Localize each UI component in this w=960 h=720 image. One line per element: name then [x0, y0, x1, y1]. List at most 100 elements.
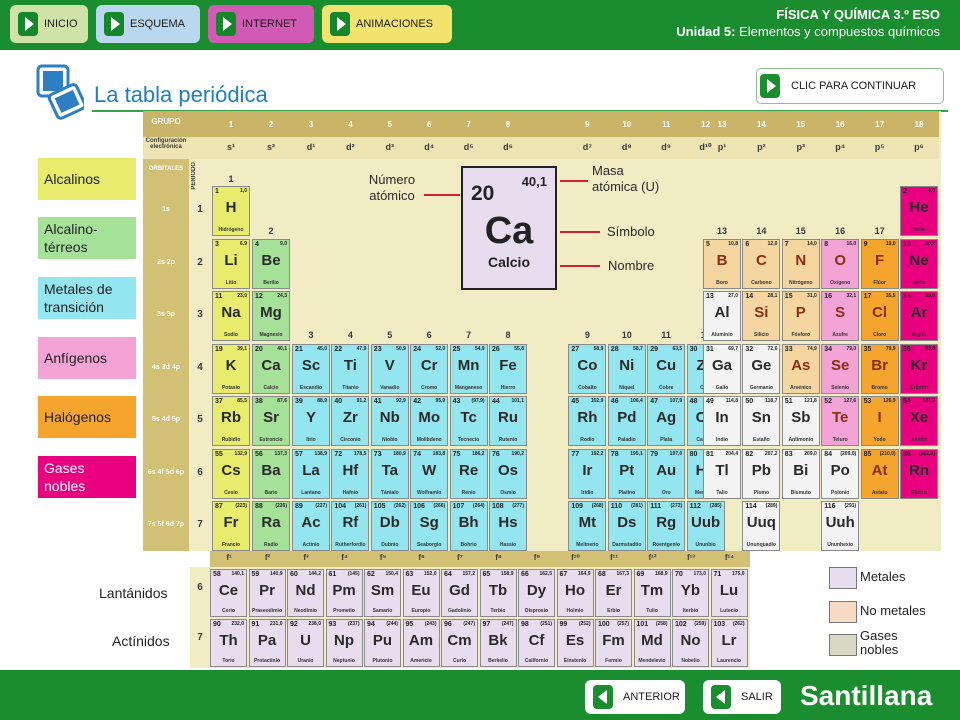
element-fm[interactable]: 100 (257) Fm Fermio	[595, 619, 632, 667]
element-he[interactable]: 2 4,0 He Helio	[900, 186, 938, 236]
element-pa[interactable]: 91 231,0 Pa Protactinio	[248, 619, 286, 667]
element-mo[interactable]: 42 95,9 Mo Molibdeno	[410, 396, 449, 446]
element-as[interactable]: 33 74,9 As Arsénico	[781, 343, 820, 394]
element-rn[interactable]: 86 (222,0) Rn Radón	[900, 448, 938, 499]
anterior-button[interactable]: ANTERIOR	[585, 680, 685, 714]
element-s[interactable]: 16 32,1 S Azufre	[821, 291, 860, 341]
legend-alcalinoterreos[interactable]: Alcalino- térreos	[38, 217, 136, 259]
element-cu[interactable]: 29 63,5 Cu Cobre	[647, 343, 686, 394]
element-ca[interactable]: 20 40,1 Ca Calcio	[252, 343, 290, 394]
element-b[interactable]: 5 10,8 B Boro	[703, 238, 741, 289]
element-pm[interactable]: 61 (145) Pm Prometio	[325, 569, 363, 617]
element-ac[interactable]: 89 (227) Ac Actinio	[292, 501, 330, 551]
element-ni[interactable]: 28 58,7 Ni Níquel	[607, 343, 646, 394]
element-sc[interactable]: 21 45,0 Sc Escandio	[292, 343, 330, 394]
element-db[interactable]: 105 (262) Db Dubnio	[370, 501, 409, 551]
element-pt[interactable]: 78 195,1 Pt Platino	[607, 448, 646, 499]
element-ce[interactable]: 58 140,1 Ce Cerio	[210, 569, 247, 617]
element-os[interactable]: 76 190,2 Os Osmio	[489, 448, 527, 499]
element-pr[interactable]: 59 140,9 Pr Praseodimio	[248, 569, 286, 617]
element-k[interactable]: 19 39,1 K Potasio	[212, 343, 250, 394]
element-c[interactable]: 6 12,0 C Carbono	[742, 238, 781, 289]
element-cl[interactable]: 17 35,5 Cl Cloro	[860, 291, 899, 341]
element-f[interactable]: 9 19,0 F Flúor	[860, 238, 899, 289]
element-pb[interactable]: 82 207,2 Pb Plomo	[742, 448, 781, 499]
element-v[interactable]: 23 50,9 V Vanadio	[370, 343, 409, 394]
nav-internet-button[interactable]: INTERNET	[208, 5, 314, 43]
element-hs[interactable]: 108 (277) Hs Hassio	[489, 501, 527, 551]
element-ne[interactable]: 10 20,2 Ne Neón	[900, 238, 938, 289]
element-sg[interactable]: 106 (266) Sg Seaborgio	[410, 501, 449, 551]
element-fe[interactable]: 26 55,8 Fe Hierro	[489, 343, 527, 394]
element-cr[interactable]: 24 52,0 Cr Cromo	[410, 343, 449, 394]
continue-button[interactable]: CLIC PARA CONTINUAR	[756, 68, 944, 104]
element-la[interactable]: 57 138,9 La Lantano	[292, 448, 330, 499]
element-p[interactable]: 15 31,0 P Fósforo	[781, 291, 820, 341]
element-pd[interactable]: 46 106,4 Pd Paladio	[607, 396, 646, 446]
element-u[interactable]: 92 238,0 U Uranio	[287, 619, 324, 667]
element-mg[interactable]: 12 24,3 Mg Magnesio	[252, 291, 290, 341]
element-lu[interactable]: 71 175,0 Lu Lutecio	[710, 569, 748, 617]
element-li[interactable]: 3 6,9 Li Litio	[212, 238, 250, 289]
element-mn[interactable]: 25 54,9 Mn Manganeso	[449, 343, 488, 394]
element-lr[interactable]: 103 (262) Lr Laurencio	[710, 619, 748, 667]
element-be[interactable]: 4 9,0 Be Berilio	[252, 238, 290, 289]
element-br[interactable]: 35 79,9 Br Bromo	[860, 343, 899, 394]
element-al[interactable]: 13 27,0 Al Aluminio	[703, 291, 741, 341]
nav-animaciones-button[interactable]: ANIMACIONES	[322, 5, 452, 43]
element-po[interactable]: 84 (209,0) Po Polonio	[821, 448, 860, 499]
element-bh[interactable]: 107 (264) Bh Bohrio	[449, 501, 488, 551]
element-pu[interactable]: 94 (244) Pu Plutonio	[364, 619, 401, 667]
element-sr[interactable]: 38 87,6 Sr Estroncio	[252, 396, 290, 446]
element-eu[interactable]: 63 152,0 Eu Europio	[402, 569, 440, 617]
element-kr[interactable]: 36 83,8 Kr Criptón	[900, 343, 938, 394]
element-cf[interactable]: 98 (251) Cf Californio	[518, 619, 555, 667]
nav-inicio-button[interactable]: INICIO	[10, 5, 88, 43]
element-ar[interactable]: 18 39,9 Ar Argón	[900, 291, 938, 341]
nav-esquema-button[interactable]: ESQUEMA	[96, 5, 200, 43]
element-re[interactable]: 75 186,2 Re Renio	[449, 448, 488, 499]
element-na[interactable]: 11 23,0 Na Sodio	[212, 291, 250, 341]
element-w[interactable]: 74 183,8 W Wolframio	[410, 448, 449, 499]
element-hf[interactable]: 72 178,5 Hf Hafnio	[331, 448, 370, 499]
element-ra[interactable]: 88 (226) Ra Radio	[252, 501, 290, 551]
element-ag[interactable]: 47 107,9 Ag Plata	[647, 396, 686, 446]
element-xe[interactable]: 54 131,3 Xe Xenón	[900, 396, 938, 446]
element-dy[interactable]: 66 162,5 Dy Disprosio	[518, 569, 555, 617]
element-cs[interactable]: 55 132,9 Cs Cesio	[212, 448, 250, 499]
element-rf[interactable]: 104 (261) Rf Rutherfordio	[331, 501, 370, 551]
element-tb[interactable]: 65 158,9 Tb Terbio	[479, 569, 517, 617]
element-uub[interactable]: 112 (285) Uub Ununbio	[686, 501, 725, 551]
element-ru[interactable]: 44 101,1 Ru Rutenio	[489, 396, 527, 446]
element-at[interactable]: 85 (210,0) At Astato	[860, 448, 899, 499]
legend-metales-transicion[interactable]: Metales de transición	[38, 277, 136, 319]
element-am[interactable]: 95 (243) Am Americio	[402, 619, 440, 667]
element-n[interactable]: 7 14,0 N Nitrógeno	[781, 238, 820, 289]
legend-anfigenos[interactable]: Anfígenos	[38, 337, 136, 379]
element-th[interactable]: 90 232,0 Th Torio	[210, 619, 247, 667]
element-sb[interactable]: 51 121,8 Sb Antimonio	[781, 396, 820, 446]
element-y[interactable]: 39 88,9 Y Itrio	[292, 396, 330, 446]
element-fr[interactable]: 87 (223) Fr Francio	[212, 501, 250, 551]
element-uuq[interactable]: 114 (289) Uuq Ununquadio	[742, 501, 781, 551]
element-i[interactable]: 53 126,9 I Yodo	[860, 396, 899, 446]
element-nb[interactable]: 41 92,9 Nb Niobio	[370, 396, 409, 446]
element-tm[interactable]: 69 168,9 Tm Tulio	[633, 569, 671, 617]
element-in[interactable]: 49 114,8 In Indio	[703, 396, 741, 446]
element-ta[interactable]: 73 180,9 Ta Tántalo	[370, 448, 409, 499]
element-te[interactable]: 52 127,6 Te Teluro	[821, 396, 860, 446]
legend-halogenos[interactable]: Halógenos	[38, 396, 136, 438]
element-au[interactable]: 79 197,0 Au Oro	[647, 448, 686, 499]
element-rg[interactable]: 111 (272) Rg Roentgenio	[647, 501, 686, 551]
element-md[interactable]: 101 (258) Md Mendelevio	[633, 619, 671, 667]
element-ga[interactable]: 31 69,7 Ga Galio	[703, 343, 741, 394]
element-cm[interactable]: 96 (247) Cm Curio	[441, 619, 478, 667]
element-no[interactable]: 102 (259) No Nobelio	[672, 619, 709, 667]
element-ir[interactable]: 77 192,2 Ir Iridio	[568, 448, 607, 499]
element-mt[interactable]: 109 (268) Mt Meitnerio	[568, 501, 607, 551]
element-np[interactable]: 93 (237) Np Neptunio	[325, 619, 363, 667]
element-tc[interactable]: 43 (97,9) Tc Tecnecio	[449, 396, 488, 446]
element-ba[interactable]: 56 137,3 Ba Bario	[252, 448, 290, 499]
element-co[interactable]: 27 58,9 Co Cobalto	[568, 343, 607, 394]
legend-gases-nobles[interactable]: Gases nobles	[38, 456, 136, 498]
